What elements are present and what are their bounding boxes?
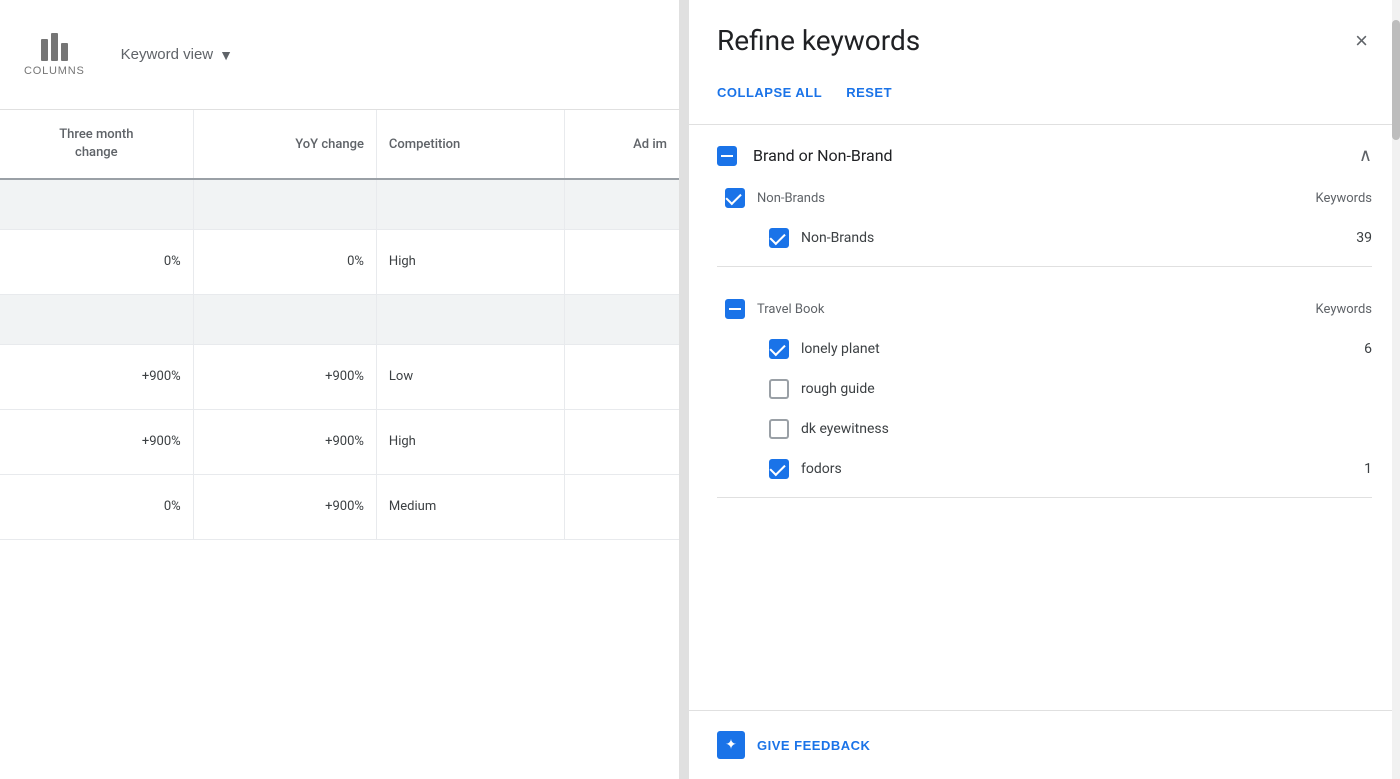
panel-title: Refine keywords — [717, 24, 920, 57]
table-row: 0% 0% High — [0, 229, 679, 294]
data-table-container: Three monthchange YoY change Competition… — [0, 110, 679, 779]
table-row: 0% +900% Medium — [0, 474, 679, 539]
col-bar-1 — [41, 39, 48, 61]
toolbar: COLUMNS Keyword view ▼ — [0, 0, 679, 110]
col-bar-3 — [61, 43, 68, 61]
rough-guide-label: rough guide — [801, 381, 1360, 397]
col-header-ad-im: Ad im — [565, 110, 679, 179]
non-brands-item-count: 39 — [1356, 230, 1372, 246]
cell-yoy: 0% — [193, 229, 376, 294]
cell-competition: High — [376, 409, 564, 474]
table-row — [0, 179, 679, 229]
columns-label: COLUMNS — [24, 65, 85, 77]
panel-actions: COLLAPSE ALL RESET — [689, 73, 1400, 125]
fodors-row: fodors 1 — [717, 449, 1372, 489]
feedback-icon-symbol: ✦ — [725, 737, 737, 753]
table-row: +900% +900% Low — [0, 344, 679, 409]
dk-eyewitness-label: dk eyewitness — [801, 421, 1360, 437]
data-table: Three monthchange YoY change Competition… — [0, 110, 679, 540]
rough-guide-row: rough guide — [717, 369, 1372, 409]
columns-button[interactable]: COLUMNS — [16, 25, 93, 85]
close-button[interactable]: × — [1351, 26, 1372, 56]
right-panel: Refine keywords × COLLAPSE ALL RESET Bra… — [688, 0, 1400, 779]
travel-book-group-row: Travel Book Keywords — [717, 283, 1372, 329]
panel-header: Refine keywords × — [689, 0, 1400, 73]
lonely-planet-row: lonely planet 6 — [717, 329, 1372, 369]
reset-button[interactable]: RESET — [846, 77, 892, 108]
section-brand-nonbrand-header[interactable]: Brand or Non-Brand ∧ — [717, 141, 1372, 178]
travel-book-group-label: Travel Book — [757, 302, 1304, 317]
rough-guide-checkbox[interactable] — [769, 379, 789, 399]
scroll-thumb[interactable] — [1392, 20, 1400, 140]
cell-yoy: +900% — [193, 409, 376, 474]
cell — [0, 179, 193, 229]
travel-book-group-checkbox[interactable] — [725, 299, 745, 319]
cell — [0, 294, 193, 344]
fodors-checkbox[interactable] — [769, 459, 789, 479]
cell — [376, 294, 564, 344]
scrollbar[interactable] — [1392, 0, 1400, 779]
col-header-three-month: Three monthchange — [0, 110, 193, 179]
fodors-count: 1 — [1364, 461, 1372, 477]
section-travel-book: Travel Book Keywords lonely planet 6 rou… — [717, 267, 1372, 498]
section-brand-checkbox[interactable] — [717, 146, 737, 166]
table-row: +900% +900% High — [0, 409, 679, 474]
dk-eyewitness-row: dk eyewitness — [717, 409, 1372, 449]
non-brands-group-label: Non-Brands — [757, 191, 1304, 206]
cell — [193, 294, 376, 344]
non-brands-group-row: Non-Brands Keywords — [717, 178, 1372, 218]
fodors-label: fodors — [801, 461, 1352, 477]
section-brand-title: Brand or Non-Brand — [753, 146, 1343, 165]
dk-eyewitness-checkbox[interactable] — [769, 419, 789, 439]
refine-content: Brand or Non-Brand ∧ Non-Brands Keywords… — [689, 125, 1400, 710]
panel-divider — [680, 0, 688, 779]
give-feedback-button[interactable]: GIVE FEEDBACK — [757, 738, 870, 753]
cell-yoy: +900% — [193, 344, 376, 409]
non-brands-item-checkbox[interactable] — [769, 228, 789, 248]
cell-ad-im — [565, 229, 679, 294]
cell-yoy: +900% — [193, 474, 376, 539]
col-header-yoy: YoY change — [193, 110, 376, 179]
keyword-view-label: Keyword view — [121, 46, 214, 63]
cell — [565, 294, 679, 344]
feedback-icon: ✦ — [717, 731, 745, 759]
cell — [376, 179, 564, 229]
collapse-all-button[interactable]: COLLAPSE ALL — [717, 77, 822, 108]
cell-competition: High — [376, 229, 564, 294]
col-header-competition: Competition — [376, 110, 564, 179]
section-brand-nonbrand: Brand or Non-Brand ∧ Non-Brands Keywords… — [717, 125, 1372, 267]
feedback-section: ✦ GIVE FEEDBACK — [689, 710, 1400, 779]
cell-ad-im — [565, 474, 679, 539]
cell-ad-im — [565, 344, 679, 409]
table-header-row: Three monthchange YoY change Competition… — [0, 110, 679, 179]
cell-three-month: +900% — [0, 409, 193, 474]
lonely-planet-count: 6 — [1364, 341, 1372, 357]
cell — [565, 179, 679, 229]
non-brands-item-row: Non-Brands 39 — [717, 218, 1372, 258]
cell-three-month: +900% — [0, 344, 193, 409]
chevron-down-icon: ▼ — [219, 47, 233, 63]
columns-icon — [41, 33, 68, 61]
non-brands-keywords-header: Keywords — [1316, 191, 1372, 206]
travel-book-keywords-header: Keywords — [1316, 302, 1372, 317]
cell-three-month: 0% — [0, 229, 193, 294]
cell-ad-im — [565, 409, 679, 474]
col-bar-2 — [51, 33, 58, 61]
cell — [193, 179, 376, 229]
non-brands-item-label: Non-Brands — [801, 230, 1344, 246]
chevron-up-icon: ∧ — [1359, 145, 1372, 166]
cell-competition: Medium — [376, 474, 564, 539]
left-panel: COLUMNS Keyword view ▼ Three monthchange… — [0, 0, 680, 779]
table-row — [0, 294, 679, 344]
cell-competition: Low — [376, 344, 564, 409]
non-brands-group-checkbox[interactable] — [725, 188, 745, 208]
lonely-planet-label: lonely planet — [801, 341, 1352, 357]
keyword-view-button[interactable]: Keyword view ▼ — [113, 38, 241, 71]
lonely-planet-checkbox[interactable] — [769, 339, 789, 359]
cell-three-month: 0% — [0, 474, 193, 539]
